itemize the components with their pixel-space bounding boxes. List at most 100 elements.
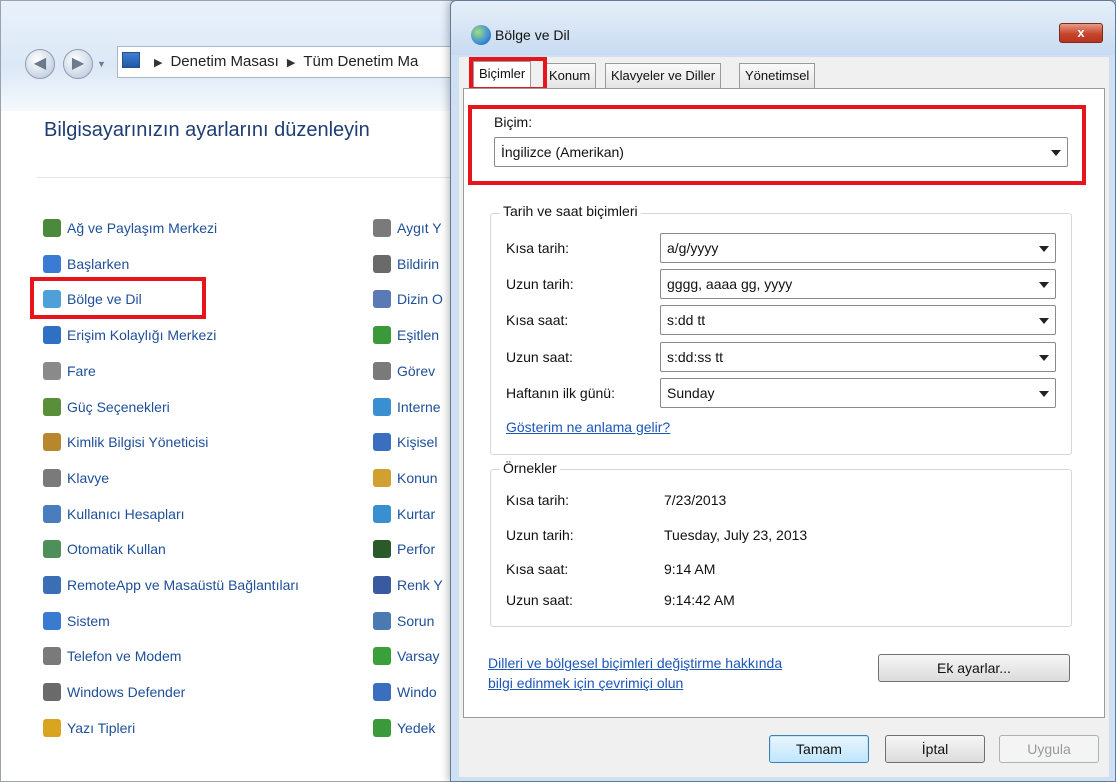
short-time-dropdown[interactable]: s:dd tt (660, 305, 1056, 335)
tab-location[interactable]: Konum (543, 63, 597, 89)
control-panel-item[interactable]: Yazı Tipleri (43, 719, 135, 741)
example-long-time-label: Uzun saat: (506, 592, 573, 608)
fonts-icon (43, 719, 61, 737)
internet-icon (373, 398, 391, 416)
autoplay-icon (43, 540, 61, 558)
tab-keyboards-languages[interactable]: Klavyeler ve Diller (605, 63, 722, 89)
defender-icon (43, 683, 61, 701)
control-panel-item-label: RemoteApp ve Masaüstü Bağlantıları (67, 577, 299, 593)
control-panel-item-label: Fare (67, 363, 96, 379)
globe-icon (471, 25, 491, 45)
control-panel-item[interactable]: Renk Y (373, 576, 459, 598)
sync-icon (373, 326, 391, 344)
forward-button[interactable]: ▶ (63, 49, 93, 79)
cancel-button[interactable]: İptal (885, 735, 985, 763)
performance-icon (373, 540, 391, 558)
online-info-link-line2[interactable]: bilgi edinmek için çevrimiçi olun (488, 675, 683, 691)
tab-administrative[interactable]: Yönetimsel (739, 63, 816, 89)
breadcrumb-chevron-icon: ▶ (154, 57, 163, 69)
first-day-dropdown[interactable]: Sunday (660, 378, 1056, 408)
short-date-dropdown[interactable]: a/g/yyyy (660, 233, 1056, 263)
first-day-label: Haftanın ilk günü: (506, 385, 615, 401)
example-short-time-label: Kısa saat: (506, 561, 569, 577)
recovery-icon (373, 505, 391, 523)
control-panel-item[interactable]: Telefon ve Modem (43, 647, 181, 669)
long-date-dropdown[interactable]: gggg, aaaa gg, yyyy (660, 269, 1056, 299)
long-date-label: Uzun tarih: (506, 276, 574, 292)
additional-settings-button[interactable]: Ek ayarlar... (878, 654, 1070, 682)
example-short-time-value: 9:14 AM (664, 561, 716, 577)
control-panel-item[interactable]: Ağ ve Paylaşım Merkezi (43, 219, 217, 241)
notation-help-link[interactable]: Gösterim ne anlama gelir? (506, 419, 670, 435)
control-panel-item[interactable]: Otomatik Kullan (43, 540, 166, 562)
dialog-title: Bölge ve Dil (495, 27, 570, 43)
control-panel-item[interactable]: Interne (373, 398, 459, 420)
windows-icon (373, 683, 391, 701)
power-icon (43, 398, 61, 416)
control-panel-item[interactable]: Sorun (373, 612, 459, 634)
control-panel-item[interactable]: Windows Defender (43, 683, 185, 705)
long-time-dropdown[interactable]: s:dd:ss tt (660, 342, 1056, 372)
control-panel-item[interactable]: Fare (43, 362, 96, 384)
defaults-icon (373, 647, 391, 665)
examples-group (490, 469, 1072, 627)
control-panel-item[interactable]: Güç Seçenekleri (43, 398, 170, 420)
control-panel-item[interactable]: Eşitlen (373, 326, 459, 348)
control-panel-item[interactable]: Yedek (373, 719, 459, 741)
breadcrumb-item[interactable]: Denetim Masası (170, 53, 278, 70)
control-panel-item[interactable]: Konun (373, 469, 459, 491)
location-icon (373, 469, 391, 487)
control-panel-item[interactable]: Görev (373, 362, 459, 384)
online-info-link-line1[interactable]: Dilleri ve bölgesel biçimleri değiştirme… (488, 655, 782, 671)
control-panel-item[interactable]: Aygıt Y (373, 219, 459, 241)
example-short-date-value: 7/23/2013 (664, 492, 727, 508)
control-panel-item[interactable]: Başlarken (43, 255, 129, 277)
control-panel-item[interactable]: Kişisel (373, 433, 459, 455)
system-icon (43, 612, 61, 630)
region-language-dialog: Bölge ve Dil x Biçimler Konum Klavyeler … (450, 0, 1116, 782)
chevron-down-icon (1039, 391, 1049, 397)
control-panel-item[interactable]: Kullanıcı Hesapları (43, 505, 185, 527)
highlight-box (30, 277, 206, 319)
dialog-titlebar[interactable]: Bölge ve Dil x (451, 1, 1115, 55)
indexing-icon (373, 290, 391, 308)
control-panel-item[interactable]: Perfor (373, 540, 459, 562)
control-panel-item[interactable]: Kurtar (373, 505, 459, 527)
control-panel-item[interactable]: RemoteApp ve Masaüstü Bağlantıları (43, 576, 299, 598)
control-panel-item-label: Sorun (397, 613, 435, 629)
close-button[interactable]: x (1059, 23, 1103, 43)
troubleshoot-icon (373, 612, 391, 630)
ease-of-access-icon (43, 326, 61, 344)
notification-icon (373, 255, 391, 273)
control-panel-item-label: Erişim Kolaylığı Merkezi (67, 327, 217, 343)
highlight-box (468, 105, 1086, 185)
control-panel-item-label: Windows Defender (67, 684, 186, 700)
control-panel-item[interactable]: Bildirin (373, 255, 459, 277)
control-panel-item[interactable]: Dizin O (373, 290, 459, 312)
remote-icon (43, 576, 61, 594)
control-panel-item-label: Bildirin (397, 256, 440, 272)
control-panel-item-label: Klavye (67, 470, 110, 486)
chevron-down-icon (1039, 282, 1049, 288)
control-panel-item[interactable]: Erişim Kolaylığı Merkezi (43, 326, 216, 348)
control-panel-item[interactable]: Klavye (43, 469, 109, 491)
formats-tab-panel: Biçim: İngilizce (Amerikan) Tarih ve saa… (463, 88, 1105, 718)
breadcrumb-item[interactable]: Tüm Denetim Ma (303, 53, 418, 70)
example-long-date-label: Uzun tarih: (506, 527, 574, 543)
ok-button[interactable]: Tamam (769, 735, 869, 763)
highlight-box (469, 57, 547, 91)
control-panel-item[interactable]: Windo (373, 683, 459, 705)
recent-pages-chevron-icon[interactable]: ▼ (97, 59, 106, 69)
long-time-label: Uzun saat: (506, 349, 573, 365)
breadcrumb-chevron-icon: ▶ (286, 57, 296, 69)
control-panel-item-label: Yazı Tipleri (67, 720, 136, 736)
control-panel-item[interactable]: Sistem (43, 612, 110, 634)
control-panel-item-label: Perfor (397, 541, 436, 557)
control-panel-item-label: Varsay (397, 648, 440, 664)
mouse-icon (43, 362, 61, 380)
device-icon (373, 219, 391, 237)
control-panel-item[interactable]: Varsay (373, 647, 459, 669)
getting-started-icon (43, 255, 61, 273)
control-panel-item[interactable]: Kimlik Bilgisi Yöneticisi (43, 433, 208, 455)
back-button[interactable]: ◀ (25, 49, 55, 79)
